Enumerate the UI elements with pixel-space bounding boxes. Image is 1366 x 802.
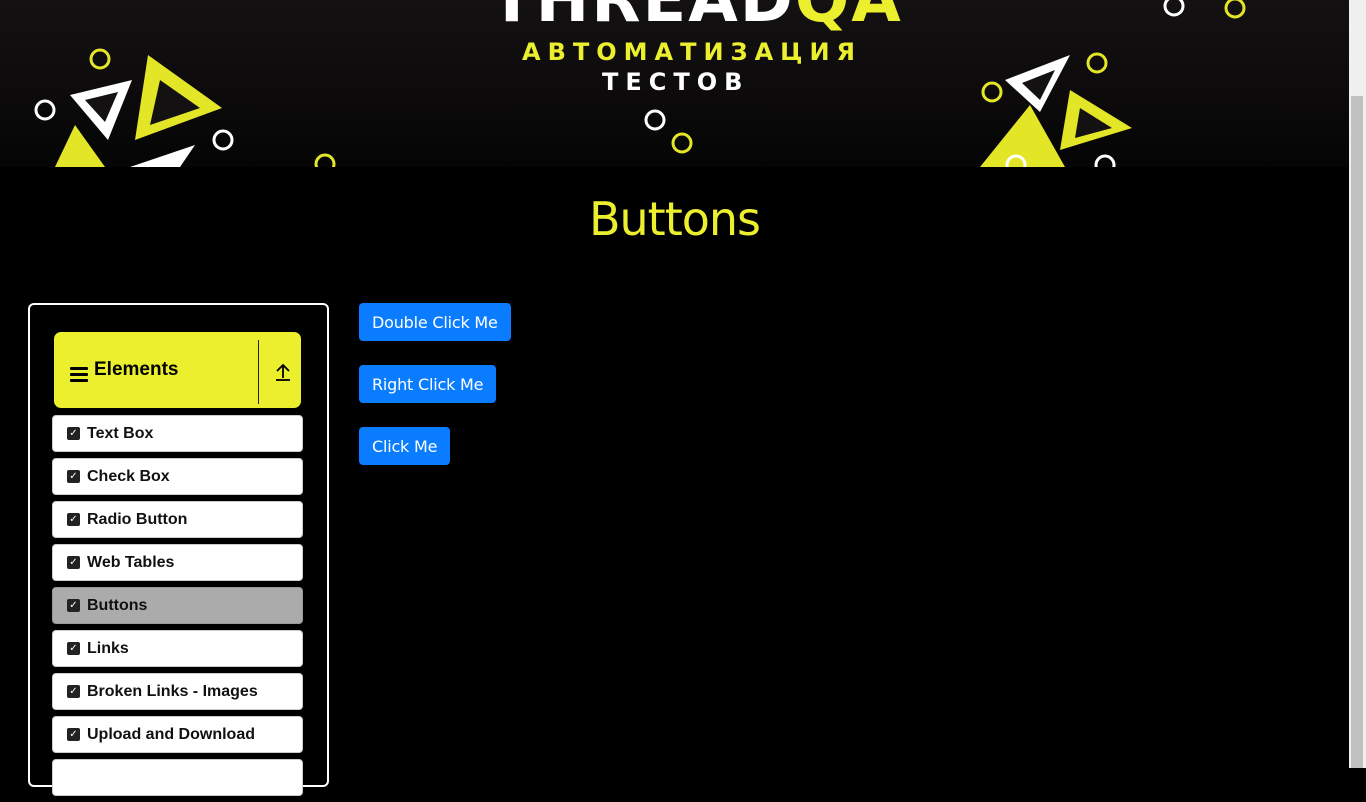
brand-logo-white: THREAD bbox=[490, 0, 795, 37]
sidebar-item-buttons[interactable]: ✓ Buttons bbox=[52, 587, 303, 624]
brand-logo: THREADQA bbox=[490, 0, 901, 32]
banner-subtitle-line1: АВТОМАТИЗАЦИЯ bbox=[522, 38, 863, 66]
sidebar-item-next[interactable] bbox=[52, 759, 303, 796]
sidebar-item-label: Text Box bbox=[87, 425, 154, 442]
checkbox-icon: ✓ bbox=[67, 599, 80, 612]
sidebar-item-web-tables[interactable]: ✓ Web Tables bbox=[52, 544, 303, 581]
checkbox-icon: ✓ bbox=[67, 728, 80, 741]
checkbox-icon: ✓ bbox=[67, 685, 80, 698]
banner-subtitle-line2: ТЕСТОВ bbox=[602, 68, 750, 96]
page-scrollbar[interactable] bbox=[1349, 0, 1366, 768]
checkbox-icon: ✓ bbox=[67, 556, 80, 569]
sidebar-item-label: Upload and Download bbox=[87, 726, 255, 743]
sidebar-panel: Elements ✓ Text Box ✓ Check Box ✓ Radio … bbox=[28, 303, 329, 796]
brand-logo-yellow: QA bbox=[794, 0, 903, 37]
click-me-button[interactable]: Click Me bbox=[359, 427, 451, 465]
sidebar-item-label: Radio Button bbox=[87, 511, 188, 528]
sidebar-item-label: Buttons bbox=[87, 597, 148, 614]
hamburger-icon bbox=[70, 367, 88, 382]
sidebar-item-label: Check Box bbox=[87, 468, 170, 485]
sidebar-item-check-box[interactable]: ✓ Check Box bbox=[52, 458, 303, 495]
double-click-button[interactable]: Double Click Me bbox=[359, 303, 511, 341]
header-divider bbox=[258, 340, 259, 404]
right-click-button[interactable]: Right Click Me bbox=[359, 365, 497, 403]
checkbox-icon: ✓ bbox=[67, 427, 80, 440]
sidebar-item-links[interactable]: ✓ Links bbox=[52, 630, 303, 667]
sidebar-item-upload-download[interactable]: ✓ Upload and Download bbox=[52, 716, 303, 753]
sidebar-item-label: Broken Links - Images bbox=[87, 683, 258, 700]
sidebar-item-text-box[interactable]: ✓ Text Box bbox=[52, 415, 303, 452]
sidebar-item-broken-links[interactable]: ✓ Broken Links - Images bbox=[52, 673, 303, 710]
header-banner: THREADQA АВТОМАТИЗАЦИЯ ТЕСТОВ bbox=[0, 0, 1349, 167]
sidebar-item-label: Links bbox=[87, 640, 129, 657]
sidebar-item-radio-button[interactable]: ✓ Radio Button bbox=[52, 501, 303, 538]
scrollbar-thumb[interactable] bbox=[1351, 96, 1363, 768]
collapse-up-icon[interactable] bbox=[274, 362, 292, 382]
sidebar-item-label: Web Tables bbox=[87, 554, 175, 571]
elements-group-header[interactable]: Elements bbox=[54, 332, 301, 408]
checkbox-icon: ✓ bbox=[67, 642, 80, 655]
buttons-area: Double Click Me Right Click Me Click Me bbox=[359, 303, 511, 489]
group-title: Elements bbox=[94, 359, 179, 380]
sidebar-menu: ✓ Text Box ✓ Check Box ✓ Radio Button ✓ … bbox=[52, 415, 303, 802]
checkbox-icon: ✓ bbox=[67, 470, 80, 483]
checkbox-icon: ✓ bbox=[67, 513, 80, 526]
page-title: Buttons bbox=[588, 192, 761, 246]
